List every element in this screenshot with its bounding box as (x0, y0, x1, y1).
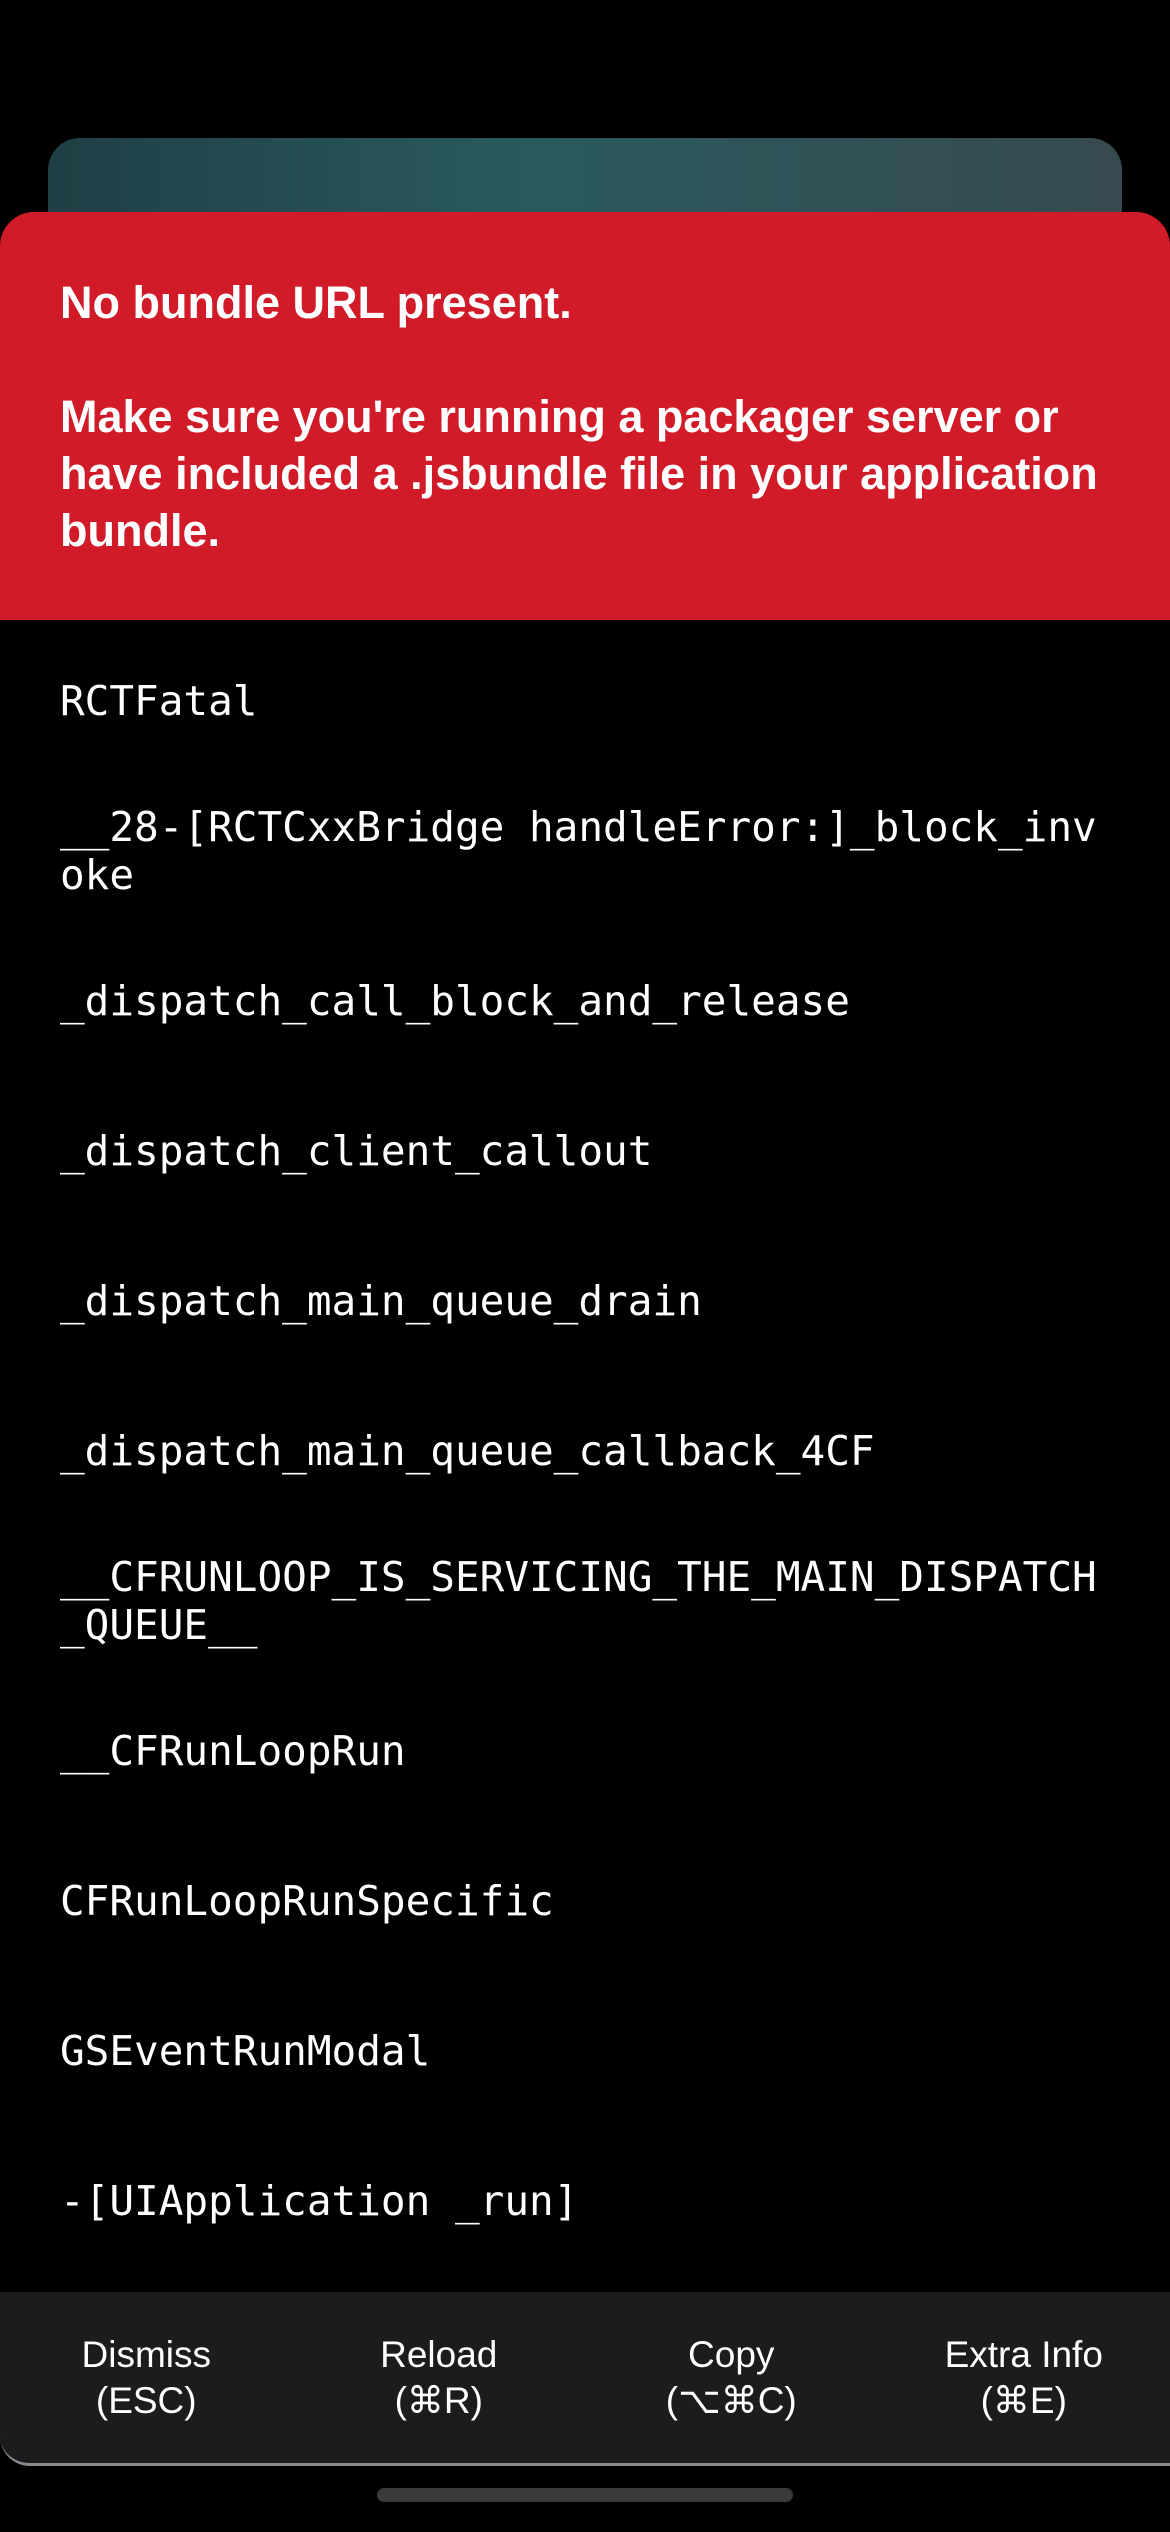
stack-frame[interactable]: -[UIApplication _run] (60, 2177, 1110, 2225)
stack-frame[interactable]: __CFRunLoopRun (60, 1727, 1110, 1775)
extra-info-button[interactable]: Extra Info (⌘E) (878, 2292, 1170, 2463)
error-banner: No bundle URL present. Make sure you're … (0, 212, 1170, 620)
copy-label: Copy (688, 2333, 775, 2375)
stack-frame[interactable]: GSEventRunModal (60, 2027, 1110, 2075)
stack-frame[interactable]: _dispatch_main_queue_callback_4CF (60, 1427, 1110, 1475)
dismiss-button[interactable]: Dismiss (ESC) (0, 2292, 293, 2463)
dismiss-shortcut: (ESC) (95, 2379, 197, 2421)
stack-frame[interactable]: _dispatch_main_queue_drain (60, 1277, 1110, 1325)
copy-button[interactable]: Copy (⌥⌘C) (585, 2292, 878, 2463)
stack-frame[interactable]: __28-[RCTCxxBridge handleError:]_block_i… (60, 803, 1110, 899)
extra-info-shortcut: (⌘E) (980, 2379, 1067, 2421)
stack-trace-list[interactable]: RCTFatal __28-[RCTCxxBridge handleError:… (0, 677, 1170, 2225)
home-indicator[interactable] (377, 2488, 793, 2502)
stack-frame[interactable]: _dispatch_client_callout (60, 1127, 1110, 1175)
dismiss-label: Dismiss (81, 2333, 211, 2375)
reload-shortcut: (⌘R) (394, 2379, 483, 2421)
stack-frame[interactable]: __CFRUNLOOP_IS_SERVICING_THE_MAIN_DISPAT… (60, 1553, 1110, 1649)
reload-button[interactable]: Reload (⌘R) (293, 2292, 586, 2463)
stack-frame[interactable]: _dispatch_call_block_and_release (60, 977, 1110, 1025)
redbox-footer-toolbar: Dismiss (ESC) Reload (⌘R) Copy (⌥⌘C) Ext… (0, 2292, 1170, 2466)
copy-shortcut: (⌥⌘C) (665, 2379, 797, 2421)
extra-info-label: Extra Info (944, 2333, 1103, 2375)
error-title: No bundle URL present. (60, 277, 572, 328)
stack-frame[interactable]: RCTFatal (60, 677, 1110, 725)
stack-frame[interactable]: CFRunLoopRunSpecific (60, 1877, 1110, 1925)
reload-label: Reload (380, 2333, 498, 2375)
redbox-error-sheet: No bundle URL present. Make sure you're … (0, 212, 1170, 2532)
error-message: Make sure you're running a packager serv… (60, 391, 1098, 556)
